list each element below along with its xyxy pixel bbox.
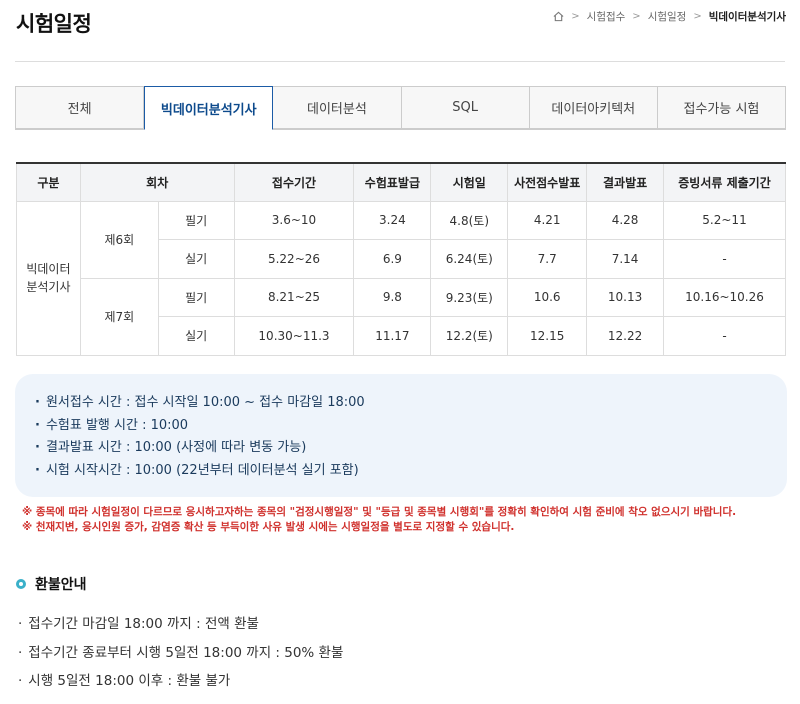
tab-data-architecture[interactable]: 데이터아키텍처 [529, 87, 658, 129]
reg-cell: 10.30~11.3 [233, 316, 355, 356]
info-item: 결과발표 시간 : 10:00 (사정에 따라 변동 가능) [35, 437, 787, 460]
pre-cell: 12.15 [507, 316, 588, 356]
header-ticket: 수험표발급 [353, 162, 432, 202]
table-header-row: 구분 회차 접수기간 수험표발급 시험일 사전점수발표 결과발표 증빙서류 제출… [16, 162, 786, 202]
notice-text: ※ 종목에 따라 시험일정이 다르므로 응시하고자하는 종목의 "검정시행일정"… [22, 505, 736, 535]
title-divider [15, 61, 785, 62]
notice-line: ※ 종목에 따라 시험일정이 다르므로 응시하고자하는 종목의 "검정시행일정"… [22, 506, 737, 518]
info-list: 원서접수 시간 : 접수 시작일 10:00 ~ 접수 마감일 18:00 수험… [35, 392, 787, 482]
ticket-cell: 3.24 [353, 200, 432, 240]
tab-bigdata[interactable]: 빅데이터분석기사 [144, 86, 274, 130]
type-cell: 실기 [157, 316, 235, 356]
exam-cell: 12.2(토) [430, 316, 509, 356]
schedule-table: 구분 회차 접수기간 수험표발급 시험일 사전점수발표 결과발표 증빙서류 제출… [16, 162, 786, 356]
refund-list: 접수기간 마감일 18:00 까지 : 전액 환불 접수기간 종료부터 시행 5… [18, 610, 343, 696]
result-cell: 10.13 [586, 277, 665, 317]
type-cell: 필기 [157, 277, 235, 317]
info-item: 원서접수 시간 : 접수 시작일 10:00 ~ 접수 마감일 18:00 [35, 392, 787, 415]
exam-cell: 9.23(토) [430, 277, 509, 317]
page-title: 시험일정 [16, 12, 92, 36]
header-result: 결과발표 [586, 162, 665, 202]
ticket-cell: 11.17 [353, 316, 432, 356]
header-exam-date: 시험일 [430, 162, 509, 202]
refund-title: 환불안내 [35, 577, 87, 593]
refund-item: 접수기간 종료부터 시행 5일전 18:00 까지 : 50% 환불 [18, 639, 343, 668]
pre-cell: 4.21 [507, 200, 588, 240]
ticket-cell: 6.9 [353, 239, 432, 279]
refund-item: 접수기간 마감일 18:00 까지 : 전액 환불 [18, 610, 343, 639]
round-cell: 제6회 [79, 200, 159, 279]
breadcrumb-item[interactable]: 시험접수 [587, 9, 626, 24]
header-docs: 증빙서류 제출기간 [663, 162, 786, 202]
docs-cell: 10.16~10.26 [663, 277, 786, 317]
header-registration: 접수기간 [233, 162, 355, 202]
category-cell: 빅데이터 분석기사 [16, 200, 81, 356]
pre-cell: 7.7 [507, 239, 588, 279]
refund-item: 시행 5일전 18:00 이후 : 환불 불가 [18, 667, 343, 696]
breadcrumb: > 시험접수 > 시험일정 > 빅데이터분석기사 [553, 9, 786, 24]
exam-tabs: 전체 빅데이터분석기사 데이터분석 SQL 데이터아키텍처 접수가능 시험 [15, 86, 787, 130]
reg-cell: 3.6~10 [233, 200, 355, 240]
chevron-right-icon: > [571, 11, 580, 22]
reg-cell: 8.21~25 [233, 277, 355, 317]
table-row: 빅데이터 분석기사 제6회 필기 3.6~10 3.24 4.8(토) 4.21… [16, 200, 786, 356]
type-cell: 필기 [157, 200, 235, 240]
refund-heading: 환불안내 [16, 574, 87, 594]
category-label: 빅데이터 분석기사 [26, 262, 71, 294]
ring-bullet-icon [16, 579, 26, 589]
pre-cell: 10.6 [507, 277, 588, 317]
chevron-right-icon: > [632, 11, 641, 22]
docs-cell: 5.2~11 [663, 200, 786, 240]
type-cell: 실기 [157, 239, 235, 279]
info-box: 원서접수 시간 : 접수 시작일 10:00 ~ 접수 마감일 18:00 수험… [15, 374, 787, 497]
tab-data-analysis[interactable]: 데이터분석 [273, 87, 402, 129]
notice-line: ※ 천재지변, 응시인원 증가, 감염증 확산 등 부득이한 사유 발생 시에는… [22, 521, 515, 533]
result-cell: 4.28 [586, 200, 665, 240]
breadcrumb-current: 빅데이터분석기사 [708, 11, 786, 23]
table-row: 제7회 필기 8.21~25 9.8 9.23(토) 10.6 10.13 10… [17, 277, 786, 356]
result-cell: 12.22 [586, 316, 665, 356]
info-item: 수험표 발행 시간 : 10:00 [35, 415, 787, 438]
info-item: 시험 시작시간 : 10:00 (22년부터 데이터분석 실기 포함) [35, 460, 787, 483]
chevron-right-icon: > [693, 11, 702, 22]
ticket-cell: 9.8 [353, 277, 432, 317]
docs-cell: - [663, 316, 786, 356]
tab-all[interactable]: 전체 [16, 87, 145, 129]
header-category: 구분 [16, 162, 81, 202]
exam-cell: 4.8(토) [430, 200, 509, 240]
round-cell: 제7회 [79, 277, 159, 356]
tab-sql[interactable]: SQL [401, 87, 530, 129]
home-icon[interactable] [553, 11, 564, 22]
result-cell: 7.14 [586, 239, 665, 279]
header-pre-score: 사전점수발표 [507, 162, 588, 202]
tab-available[interactable]: 접수가능 시험 [657, 87, 787, 129]
reg-cell: 5.22~26 [233, 239, 355, 279]
header-round: 회차 [79, 162, 235, 202]
breadcrumb-item[interactable]: 시험일정 [648, 9, 687, 24]
exam-cell: 6.24(토) [430, 239, 509, 279]
docs-cell: - [663, 239, 786, 279]
